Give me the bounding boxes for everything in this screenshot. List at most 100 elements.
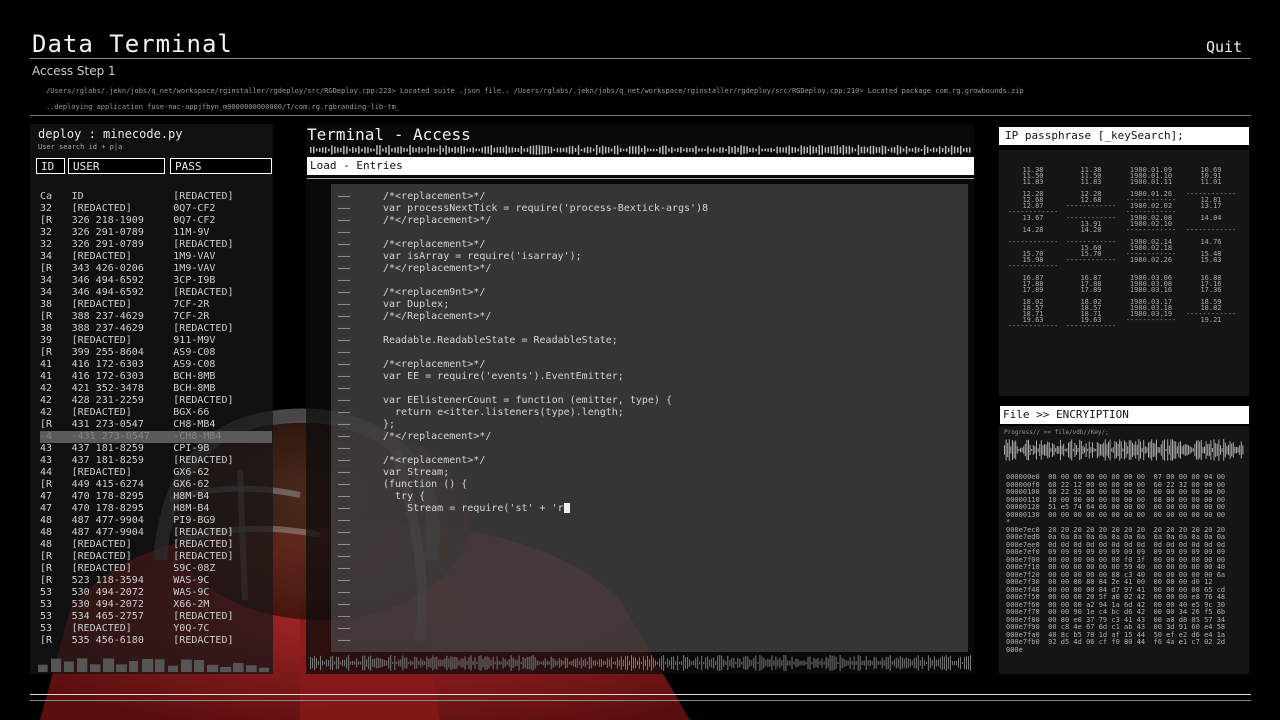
table-row[interactable]: 53 530 494-2072 WAS-9C <box>40 587 272 599</box>
waveform-bar <box>478 655 480 671</box>
row-pass: [REDACTED] <box>173 395 234 406</box>
table-row[interactable]: -4 -431 273-0547 -CH8-MB4 <box>40 431 272 443</box>
waveform-bar <box>622 659 624 667</box>
table-row[interactable]: 48 [REDACTED] [REDACTED] <box>40 539 272 551</box>
waveform-bar <box>1098 443 1100 457</box>
waveform-bar <box>181 659 192 672</box>
code-line: —— var processNextTick = require('process… <box>338 203 958 215</box>
table-row[interactable]: [R 388 237-4629 7CF-2R <box>40 311 272 323</box>
table-row[interactable]: 41 416 172-6303 AS9-C08 <box>40 359 272 371</box>
table-row[interactable]: 44 [REDACTED] GX6-62 <box>40 467 272 479</box>
waveform-bar <box>1223 439 1225 461</box>
waveform-bar <box>439 145 441 155</box>
waveform-bar <box>1128 440 1130 460</box>
waveform-bar <box>403 147 405 153</box>
table-row[interactable]: [R 399 255-8604 AS9-C08 <box>40 347 272 359</box>
waveform-bar <box>650 148 652 152</box>
code-line: —— var isArray = require('isarray'); <box>338 251 958 263</box>
table-row[interactable]: 42 [REDACTED] BGX-66 <box>40 407 272 419</box>
table-row[interactable]: [R [REDACTED] [REDACTED] <box>40 551 272 563</box>
line-marker: —— <box>338 527 351 538</box>
waveform-bar <box>394 147 396 153</box>
waveform-bar <box>580 657 582 669</box>
table-row[interactable]: [R [REDACTED] S9C-08Z <box>40 563 272 575</box>
waveform-bar <box>385 147 387 153</box>
row-id: [R <box>40 551 53 562</box>
table-row[interactable]: 53 [REDACTED] Y0Q-7C <box>40 623 272 635</box>
column-header-user[interactable]: USER <box>68 158 165 174</box>
waveform-bar <box>812 146 814 154</box>
waveform-bar <box>324 661 325 665</box>
code-line: —— try { <box>338 491 958 503</box>
table-row[interactable]: 47 470 178-8295 H8M-B4 <box>40 503 272 515</box>
table-row[interactable]: 48 487 477-9904 [REDACTED] <box>40 527 272 539</box>
waveform-bar <box>755 148 757 152</box>
code-line: —— /*</replacement>*/ <box>338 431 958 443</box>
table-row[interactable]: 43 437 181-8259 CPI-9B <box>40 443 272 455</box>
code-line: —— /*<replacement>*/ <box>338 455 958 467</box>
waveform-bar <box>504 659 506 667</box>
row-user: 388 237-4629 <box>71 311 144 322</box>
table-row[interactable]: 32 [REDACTED] 0Q7-CF2 <box>40 203 272 215</box>
waveform-bar <box>586 661 588 665</box>
waveform-bar <box>763 658 765 668</box>
waveform-bar <box>142 659 154 672</box>
table-row[interactable]: [R 449 415-6274 GX6-62 <box>40 479 272 491</box>
line-marker: —— <box>338 251 351 262</box>
table-row[interactable]: 42 428 231-2259 [REDACTED] <box>40 395 272 407</box>
waveform-bar <box>739 658 741 668</box>
table-row[interactable]: 34 [REDACTED] 1M9-VAV <box>40 251 272 263</box>
waveform-bar <box>1108 441 1109 458</box>
table-row[interactable]: 32 326 291-0789 11M-9V <box>40 227 272 239</box>
row-user: 487 477-9904 <box>71 527 144 538</box>
table-row[interactable]: 43 437 181-8259 [REDACTED] <box>40 455 272 467</box>
file-encryption-header[interactable]: File >> ENCRYIPTION <box>1000 406 1249 424</box>
waveform-bar <box>1224 442 1226 458</box>
table-row[interactable]: 38 [REDACTED] 7CF-2R <box>40 299 272 311</box>
waveform-bar <box>1069 441 1071 459</box>
table-row[interactable]: [R 343 426-0206 1M9-VAV <box>40 263 272 275</box>
ip-passphrase-header[interactable]: IP passphrase [_keySearch]; <box>999 127 1249 145</box>
table-row[interactable]: Ca ID [REDACTED] <box>40 191 272 203</box>
table-row[interactable]: 32 326 291-0789 [REDACTED] <box>40 239 272 251</box>
waveform-bar <box>568 661 570 665</box>
row-id: 53 <box>40 623 53 634</box>
table-row[interactable]: 41 416 172-6303 BCH-8MB <box>40 371 272 383</box>
load-entries-bar[interactable]: Load - Entries <box>307 157 974 175</box>
table-row[interactable]: 53 534 465-2757 [REDACTED] <box>40 611 272 623</box>
table-row[interactable]: 34 346 494-6592 3CP-I9B <box>40 275 272 287</box>
waveform-bar <box>641 148 643 152</box>
table-row[interactable]: 47 470 178-8295 H8M-B4 <box>40 491 272 503</box>
hex-line: 000e <box>1006 645 1023 654</box>
waveform-bar <box>1240 441 1242 459</box>
waveform-bar <box>514 659 516 667</box>
quit-button[interactable]: Quit <box>1206 38 1242 56</box>
waveform-bar <box>701 148 703 152</box>
row-user: 470 178-8295 <box>71 503 144 514</box>
table-row[interactable]: [R 523 118-3594 WAS-9C <box>40 575 272 587</box>
code-line: —— /*<replacement>*/ <box>338 359 958 371</box>
column-header-id[interactable]: ID <box>36 158 65 174</box>
table-row[interactable]: [R 535 456-6180 [REDACTED] <box>40 635 272 647</box>
waveform-bar <box>619 147 622 152</box>
waveform-bar <box>616 145 619 155</box>
waveform-bar <box>753 657 755 669</box>
waveform-bar <box>941 655 943 671</box>
waveform-bar <box>943 656 945 670</box>
waveform-bar <box>781 660 783 666</box>
table-row[interactable]: 34 346 494-6592 [REDACTED] <box>40 287 272 299</box>
table-row[interactable]: 42 421 352-3478 BCH-8MB <box>40 383 272 395</box>
row-pass: [REDACTED] <box>173 635 234 646</box>
table-row[interactable]: 39 [REDACTED] 911-M9V <box>40 335 272 347</box>
waveform-bar <box>436 656 438 670</box>
waveform-bar <box>779 147 781 153</box>
table-row[interactable]: [R 431 273-0547 CH8-MB4 <box>40 419 272 431</box>
waveform-bar <box>837 662 839 664</box>
code-text: return e<itter.listeners(type).length; <box>383 407 624 418</box>
column-header-pass[interactable]: PASS <box>170 158 272 174</box>
table-row[interactable]: [R 326 218-1909 0Q7-CF2 <box>40 215 272 227</box>
table-row[interactable]: 53 530 494-2072 X66-2M <box>40 599 272 611</box>
table-row[interactable]: 48 487 477-9904 PI9-BG9 <box>40 515 272 527</box>
table-row[interactable]: 38 388 237-4629 [REDACTED] <box>40 323 272 335</box>
waveform-bar <box>1050 448 1052 452</box>
